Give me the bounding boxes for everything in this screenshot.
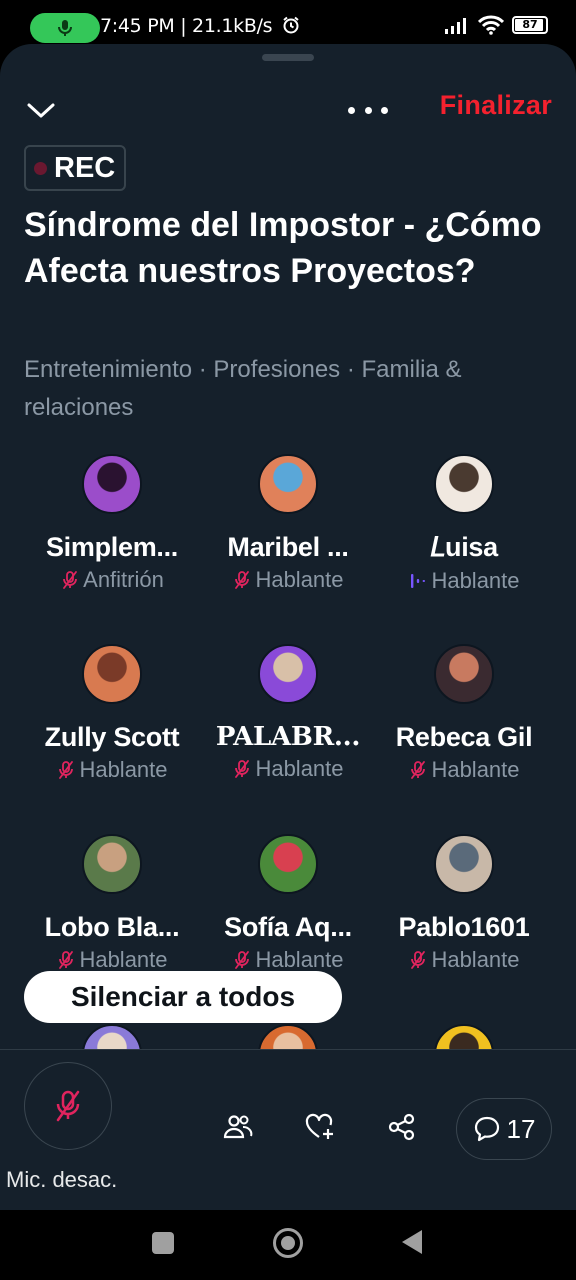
speaker-role-label: Hablante <box>431 568 520 593</box>
share-icon <box>388 1113 415 1141</box>
drag-handle[interactable] <box>262 54 314 61</box>
more-options-button[interactable] <box>348 102 388 118</box>
speaker-role-label: Anfitrión <box>83 567 164 592</box>
avatar[interactable] <box>258 834 318 894</box>
speaker-role-label: Hablante <box>79 757 168 782</box>
comment-icon <box>474 1116 499 1142</box>
rec-label: REC <box>54 151 116 184</box>
recents-button[interactable] <box>152 1232 174 1254</box>
dot <box>381 106 388 114</box>
speaker-role-label: Hablante <box>431 947 520 972</box>
speaker-role-label: Hablante <box>255 567 344 592</box>
speaker-role: Hablante <box>376 947 552 973</box>
mic-off-icon <box>232 759 252 779</box>
avatar[interactable] <box>82 834 142 894</box>
mic-off-icon <box>56 760 76 780</box>
mic-off-icon <box>408 950 428 970</box>
avatar[interactable] <box>82 644 142 704</box>
speaker-name: 𝐿uisa <box>430 532 498 562</box>
speaker-role: Anfitrión <box>24 567 200 593</box>
avatar[interactable] <box>434 834 494 894</box>
recording-dot-icon <box>34 161 47 175</box>
mic-off-icon <box>60 570 80 590</box>
recording-badge: REC <box>24 145 126 191</box>
share-button[interactable] <box>387 1112 417 1142</box>
speaker-tile[interactable]: Maribel ... Hablante <box>200 454 376 593</box>
wifi-icon <box>478 15 504 35</box>
heart-plus-icon <box>305 1113 333 1139</box>
dot <box>364 106 372 114</box>
speaker-tile[interactable]: 𝐿uisa Hablante <box>376 454 552 594</box>
speaker-role-label: Hablante <box>431 757 520 782</box>
speaker-name: Maribel ... <box>227 532 349 562</box>
status-time-speed: 7:45 PM | 21.1kB/s <box>100 15 300 37</box>
speaker-role: Hablante <box>200 756 376 782</box>
collapse-button[interactable] <box>24 94 58 128</box>
avatar[interactable] <box>258 644 318 704</box>
speaker-tile[interactable]: Simplem... Anfitrión <box>24 454 200 593</box>
speaker-name: Sofía Aq... <box>224 912 352 942</box>
people-icon <box>223 1115 253 1139</box>
space-title: Síndrome del Impostor - ¿Cómo Afecta nue… <box>24 206 542 290</box>
mic-off-icon <box>408 760 428 780</box>
speaker-role: Hablante <box>200 567 376 593</box>
system-nav-bar <box>0 1210 576 1280</box>
speaker-name: PALABR... <box>215 722 361 752</box>
avatar[interactable] <box>258 454 318 514</box>
speaker-role: Hablante <box>376 757 552 783</box>
speaker-tile[interactable]: Rebeca Gil Hablante <box>376 644 552 783</box>
mic-off-icon <box>56 1090 80 1122</box>
home-button[interactable] <box>273 1228 303 1258</box>
speaker-role: Hablante <box>24 757 200 783</box>
battery-icon: 87 <box>512 16 548 34</box>
listeners-button[interactable] <box>223 1112 253 1142</box>
react-button[interactable] <box>305 1112 335 1142</box>
signal-icon <box>445 18 466 34</box>
mic-off-icon <box>232 950 252 970</box>
speaker-tile[interactable]: Zully Scott Hablante <box>24 644 200 783</box>
speaker-name: Simplem... <box>45 532 179 562</box>
speaker-role: Hablante <box>24 947 200 973</box>
speaker-name: Lobo Bla... <box>44 912 180 942</box>
mic-off-icon <box>56 950 76 970</box>
speaking-icon <box>408 571 428 591</box>
status-icons: 87 <box>444 15 548 35</box>
speaker-name: Pablo1601 <box>398 912 530 942</box>
dot <box>348 106 355 114</box>
microphone-icon <box>58 20 72 36</box>
speaker-role: Hablante <box>200 947 376 973</box>
end-space-button[interactable]: Finalizar <box>440 90 552 121</box>
mic-toggle-button[interactable] <box>24 1062 112 1150</box>
mic-status-label: Mic. desac. <box>6 1167 118 1192</box>
alarm-icon <box>283 16 299 34</box>
back-button[interactable] <box>402 1230 422 1254</box>
mic-off-icon <box>232 570 252 590</box>
speaker-tile[interactable]: Lobo Bla... Hablante <box>24 834 200 973</box>
battery-level: 87 <box>522 18 538 31</box>
speaker-role-label: Hablante <box>79 947 168 972</box>
comments-button[interactable]: 17 <box>456 1098 552 1160</box>
space-sheet: Finalizar REC Síndrome del Impostor - ¿C… <box>0 44 576 1210</box>
mute-all-button[interactable]: Silenciar a todos <box>24 971 342 1023</box>
speaker-role-label: Hablante <box>255 756 344 781</box>
speaker-tile[interactable]: PALABR... Hablante <box>200 644 376 782</box>
space-topics: Entretenimiento · Profesiones · Familia … <box>24 356 462 421</box>
comments-count: 17 <box>506 1113 536 1144</box>
chevron-down-icon <box>27 103 55 118</box>
speaker-role: Hablante <box>376 568 552 594</box>
active-mic-indicator[interactable] <box>30 13 100 43</box>
avatar[interactable] <box>82 454 142 514</box>
bottom-action-bar: Mic. desac. 17 <box>0 1049 576 1210</box>
speaker-role-label: Hablante <box>255 947 344 972</box>
speaker-name: Rebeca Gil <box>395 722 533 752</box>
status-text: 7:45 PM | 21.1kB/s <box>100 15 273 37</box>
speaker-tile[interactable]: Pablo1601 Hablante <box>376 834 552 973</box>
avatar[interactable] <box>434 644 494 704</box>
speaker-name: Zully Scott <box>44 722 180 752</box>
speaker-tile[interactable]: Sofía Aq... Hablante <box>200 834 376 973</box>
avatar[interactable] <box>434 454 494 514</box>
